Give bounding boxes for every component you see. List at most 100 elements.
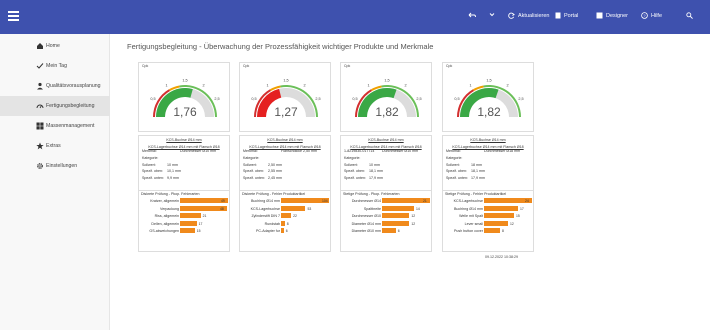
info-row: Spezif. unten: 9,9 mm [142, 176, 228, 181]
gauge-tick-label: 1 [165, 83, 167, 87]
sidebar-item-4[interactable]: Massenmanagement [0, 116, 110, 136]
bar-row[interactable]: Dellen, allgemein 17 [139, 220, 231, 227]
cpk-value: 1,82 [477, 105, 501, 119]
bar-fill [484, 205, 518, 211]
info-value: 18 mm [471, 163, 482, 167]
info-row: Spezif. unten: 17,9 mm [446, 176, 532, 181]
bar-value: 8 [502, 229, 504, 233]
product-title-link[interactable]: KCS-Buchse Ø14 mm [341, 138, 431, 143]
info-key: Spezif. unten: [243, 176, 265, 180]
gauge-tick-label: 2,5 [518, 97, 523, 101]
check-icon [36, 63, 44, 69]
sidebar-item-3[interactable]: Fertigungsbegleitung [0, 96, 110, 116]
info-row: Merkmal: Flanschdicke 2,50 mm [243, 149, 329, 154]
designer-button[interactable]: Designer [596, 12, 628, 19]
info-key: Sollwert: [142, 163, 156, 167]
bar-row[interactable]: Push button cover 8 [443, 228, 535, 234]
info-key: Spezif. oben: [243, 169, 264, 173]
bar-row[interactable]: Rundstab 8 [240, 220, 332, 227]
bar-value: 15 [196, 229, 201, 233]
cpk-value: 1,82 [375, 105, 399, 119]
sidebar-item-label: Einstellungen [46, 163, 78, 169]
bar-fill [484, 228, 500, 233]
product-title-link[interactable]: KCS-Buchse Ø14 mm [240, 138, 330, 143]
gauge-tick-label: 2 [404, 83, 406, 87]
info-value: 10,1 mm [167, 169, 181, 173]
info-row: Sollwert: 2,50 mm [243, 163, 329, 168]
defects-bar-panel: Diskrete Prüfung - Pkop. Fehlerarten Krat… [138, 190, 230, 252]
help-button[interactable]: ? Hilfe [641, 12, 662, 19]
gauge-icon [36, 104, 44, 109]
bar-row[interactable]: Kratzer, allgemein 49 [139, 198, 231, 204]
bar-row[interactable]: Lever small 12 [443, 220, 535, 227]
bar-label: Zylinderstift DIN 7 [251, 214, 280, 218]
product-title-link[interactable]: KCS-Buchse Ø14 mm [139, 138, 229, 143]
cpk-gauge-panel: Cpk 0,5 1 1,5 2 2,5 1,82 [442, 62, 534, 132]
bar-row[interactable]: KCS-Lagerbuchse 53 [240, 205, 332, 212]
bar-value: 12 [510, 221, 514, 226]
bar-row[interactable]: Durchmesser Ø14 21 [341, 198, 433, 204]
gauge-tick-label: 1,5 [283, 79, 288, 83]
designer-label: Designer [606, 12, 629, 19]
bar-value: 21 [423, 199, 427, 203]
info-key: Spezif. unten: [344, 176, 366, 180]
info-value: 2,55 mm [268, 169, 282, 173]
info-key: Kategorie: [243, 156, 260, 160]
info-key: Kategorie: [142, 156, 159, 160]
bar-value: 21 [202, 214, 207, 218]
defects-bar-panel: Stetige Prüfung - Pkop. Fehlerarten Durch… [340, 190, 432, 252]
bar-label: Dellen, allgemein [151, 221, 179, 226]
bar-row[interactable]: Spaltbreite 14 [341, 205, 433, 212]
refresh-button[interactable]: Aktualisieren [508, 12, 550, 19]
bar-value: 14 [416, 206, 420, 211]
sidebar-item-1[interactable]: Mein Tag [0, 56, 110, 76]
bar-row[interactable]: PC-Adapter fur 6 [240, 228, 332, 234]
bar-row[interactable]: Buchhng Ø14 mm 104 [240, 198, 332, 204]
bar-row[interactable]: Buchhng Ø14 mm 17 [443, 205, 535, 212]
bar-row[interactable]: GS-abweichungen 15 [139, 228, 231, 234]
gauge-tick-label: 0,5 [454, 97, 459, 101]
product-title-link[interactable]: KCS-Buchse Ø14 mm [443, 138, 533, 143]
bar-row[interactable]: KCS-Lagerbuchse 24 [443, 198, 535, 204]
bar-value: 6 [285, 229, 288, 233]
portal-button[interactable]: Portal [555, 12, 578, 19]
info-row: Kategorie: [142, 156, 228, 161]
bar-value: 53 [307, 206, 312, 211]
bar-row[interactable]: Welle mit Spalt 15 [443, 213, 535, 219]
gauge-tick-label: 1,5 [384, 79, 389, 83]
bar-panel-title: Diskrete Prüfung - Pkop. Fehlerarten [141, 192, 200, 196]
gauge-tick-label: 0,5 [352, 97, 357, 101]
info-value: Durchmesser Ø18 mm [484, 149, 521, 153]
sidebar-item-5[interactable]: Extras [0, 136, 110, 156]
bar-fill [180, 220, 197, 226]
bar-row[interactable]: Zylinderstift DIN 7 22 [240, 213, 332, 219]
sidebar-item-0[interactable]: Home [0, 36, 110, 56]
bar-label: Durchmesser Ø10 [351, 214, 381, 218]
sidebar-item-2[interactable]: Qualitätsvorausplanung [0, 76, 110, 96]
home-icon [37, 43, 43, 49]
info-value: 10 mm [369, 163, 380, 167]
chevron-down-icon[interactable] [489, 12, 495, 17]
search-icon[interactable] [686, 12, 693, 19]
bar-fill [484, 213, 514, 218]
bar-label: Verpackung [160, 206, 179, 211]
info-value: 17,9 mm [471, 176, 485, 180]
sidebar-item-6[interactable]: Einstellungen [0, 156, 110, 176]
bar-fill [180, 213, 201, 218]
bar-row[interactable]: Durchmesser Ø10 12 [341, 213, 433, 219]
cpk-gauge: 0,5 1 1,5 2 2,5 1,27 [251, 79, 320, 120]
undo-icon[interactable] [468, 12, 476, 18]
bar-label: Push button cover [454, 229, 483, 233]
bar-row[interactable]: Riss, allgemein 21 [139, 213, 231, 219]
bar-row[interactable]: Verpackung 48 [139, 205, 231, 212]
gauge-tick-label: 2 [506, 83, 508, 87]
info-key: Sollwert: [446, 163, 460, 167]
bar-row[interactable]: Diameter Ø10 mm 6 [341, 228, 433, 234]
cpk-gauge: 0,5 1 1,5 2 2,5 1,82 [454, 79, 523, 120]
sidebar-item-label: Qualitätsvorausplanung [46, 83, 101, 89]
bar-value: 49 [221, 199, 225, 203]
bar-row[interactable]: Diameter Ø14 mm 12 [341, 220, 433, 227]
document-icon [555, 12, 561, 19]
bar-label: Welle mit Spalt [459, 214, 483, 218]
hamburger-menu-icon[interactable] [8, 11, 19, 21]
